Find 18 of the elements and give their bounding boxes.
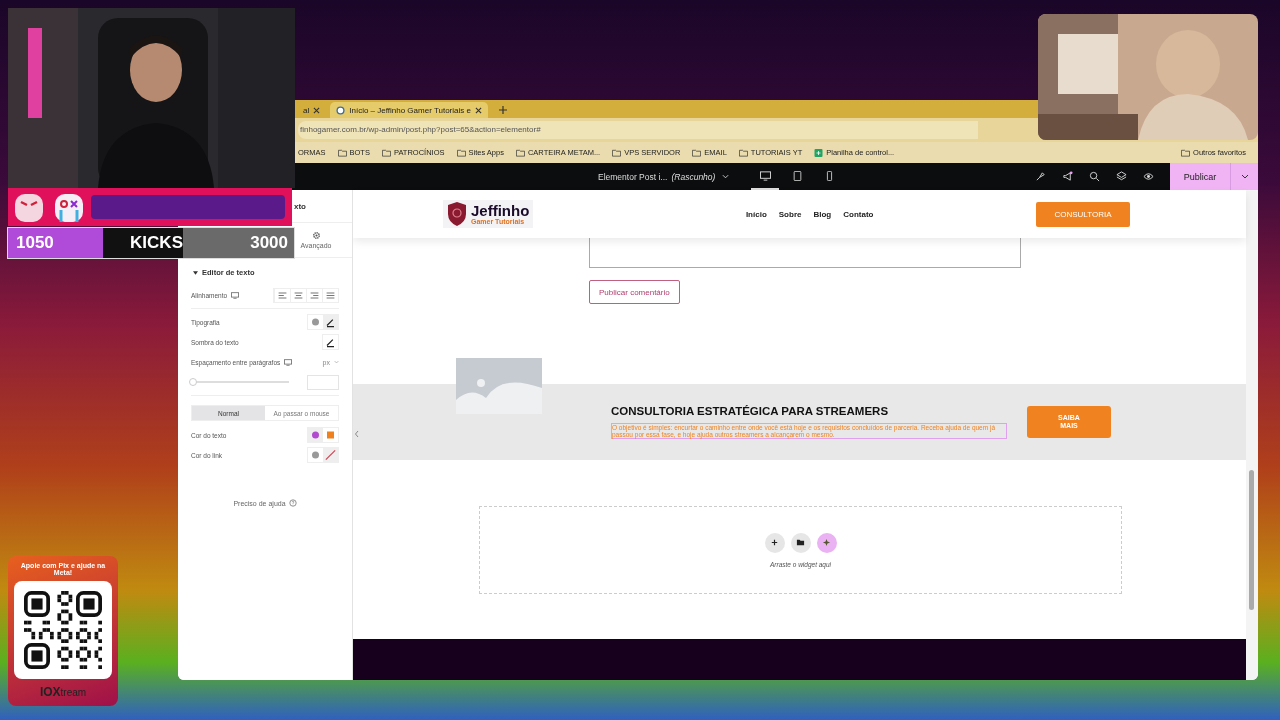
tab-title: al: [303, 105, 310, 115]
panel-title: xto: [294, 201, 306, 211]
brand-logo: IOXtream: [39, 684, 87, 699]
nav-link[interactable]: Blog: [813, 209, 832, 219]
nav-link[interactable]: Contato: [843, 209, 874, 219]
goal-target: 3000: [183, 228, 294, 258]
nav-link[interactable]: Sobre: [778, 209, 802, 219]
nav-link[interactable]: Início: [745, 209, 767, 219]
tab-title: Início – Jeffinho Gamer Tutoriais e: [349, 105, 471, 115]
goal-count: 1050: [8, 228, 103, 258]
goal-label: KICKS: [129, 233, 183, 253]
submit-comment-button[interactable]: Publicar comentário: [589, 280, 680, 304]
publish-button[interactable]: Publicar: [1170, 163, 1230, 190]
address-field[interactable]: finhogamer.com.br/wp-admin/post.php?post=65&action=elementor#: [298, 121, 978, 139]
browser-tab[interactable]: al: [297, 102, 327, 118]
browser-tab[interactable]: Início – Jeffinho Gamer Tutoriais e: [330, 102, 488, 118]
document-title[interactable]: Elementor Post i... (Rascunho): [598, 171, 730, 182]
banner-heading: CONSULTORIA ESTRATÉGICA PARA STREAMERS: [611, 404, 890, 417]
